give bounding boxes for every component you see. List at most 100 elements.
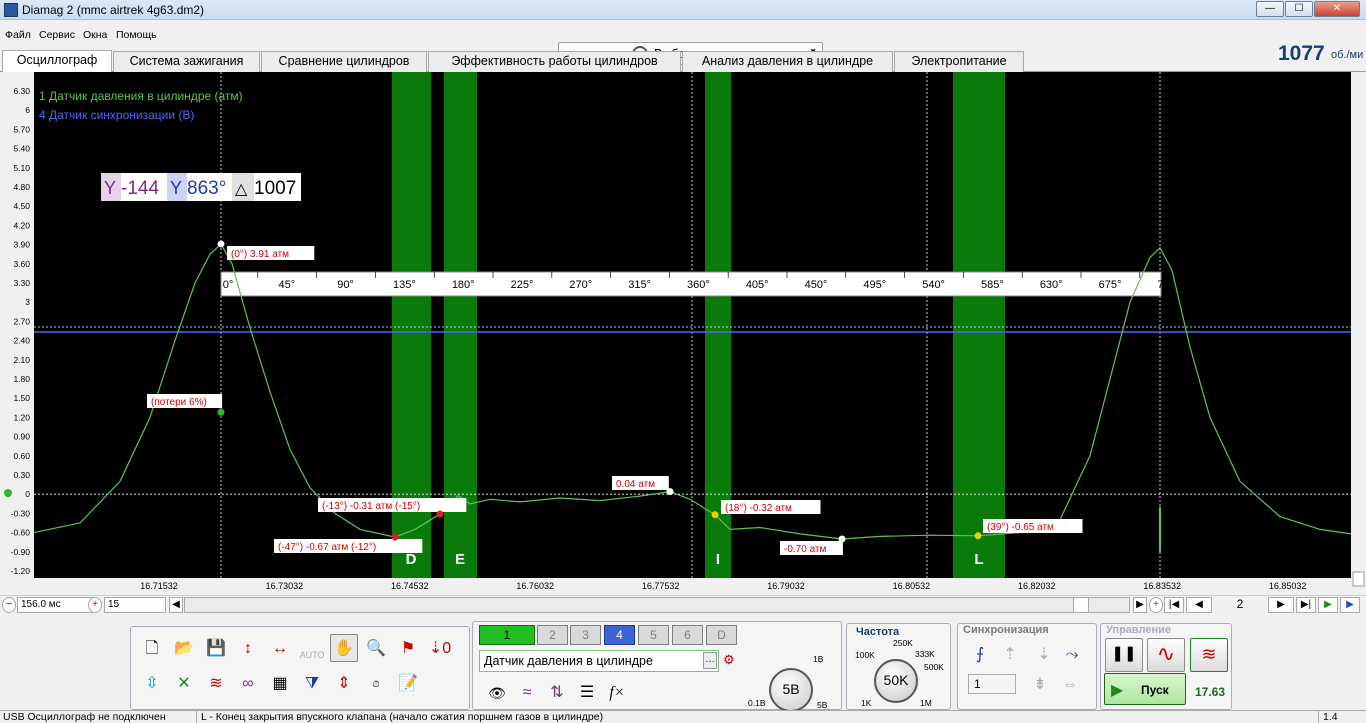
auto-timer-icon[interactable]: ⏱ bbox=[362, 669, 390, 697]
marker-delta-value: 1007 bbox=[254, 178, 296, 199]
formula-icon[interactable]: f× bbox=[603, 678, 631, 706]
sensor-more-button[interactable]: … bbox=[703, 652, 717, 669]
hand-tool-icon[interactable]: ✋ bbox=[330, 634, 358, 662]
scroll-track[interactable] bbox=[184, 597, 1130, 613]
scroll-right-arrow[interactable]: ▶ bbox=[1133, 597, 1147, 613]
tab-cylinder-efficiency[interactable]: Эффективность работы цилиндров bbox=[428, 51, 681, 72]
channel-4-button[interactable]: 4 bbox=[604, 625, 635, 645]
channel-3-button[interactable]: 3 bbox=[570, 625, 601, 645]
cycle-wave-icon[interactable]: ∞ bbox=[234, 669, 262, 697]
annotation-point[interactable] bbox=[666, 488, 674, 496]
annotation-point[interactable] bbox=[974, 532, 982, 540]
table-icon[interactable]: ▦ bbox=[266, 669, 294, 697]
fps-value: 17.63 bbox=[1195, 685, 1226, 699]
squeeze-icon[interactable]: ⇕ bbox=[330, 669, 358, 697]
noise-filter-icon[interactable]: ≈ bbox=[513, 678, 541, 706]
play-icon: ▶ bbox=[1111, 682, 1124, 699]
line-style-icon[interactable]: ☰ bbox=[573, 678, 601, 706]
filter-markers-icon[interactable]: ⧩ bbox=[298, 669, 326, 697]
minimize-button[interactable]: — bbox=[1256, 1, 1284, 17]
close-button[interactable]: ✕ bbox=[1314, 1, 1360, 17]
first-page-icon[interactable]: |◀ bbox=[1164, 597, 1184, 613]
status-description: L - Конец закрытия впускного клапана (на… bbox=[196, 711, 603, 723]
sync-channel-select[interactable]: 1 bbox=[968, 674, 1016, 694]
multi-mode-button[interactable]: ≋ bbox=[1190, 638, 1228, 672]
play-fast-icon[interactable]: ▶ bbox=[1340, 597, 1360, 613]
channel-2-button[interactable]: 2 bbox=[537, 625, 568, 645]
prev-page-icon[interactable]: ◀ bbox=[1186, 597, 1212, 613]
sync-compress-icon[interactable]: ⇟ bbox=[1026, 670, 1054, 698]
vertical-scrollbar[interactable] bbox=[1351, 72, 1366, 578]
open-folder-icon[interactable]: 📂 bbox=[170, 634, 198, 662]
menu-file[interactable]: Файл bbox=[5, 29, 31, 41]
last-page-icon[interactable]: ▶| bbox=[1296, 597, 1316, 613]
sine-mode-button[interactable]: ∿ bbox=[1147, 638, 1185, 672]
menu-windows[interactable]: Окна bbox=[83, 29, 107, 41]
zero-marker-left[interactable] bbox=[4, 489, 12, 497]
y-tick-label: -0.30 bbox=[11, 508, 31, 518]
cross-traces-icon[interactable]: ✕ bbox=[170, 669, 198, 697]
invert-icon[interactable]: ⇅ bbox=[543, 678, 571, 706]
menu-service[interactable]: Сервис bbox=[39, 29, 75, 41]
annotation-point[interactable] bbox=[391, 533, 399, 541]
sync-up-icon[interactable]: ⇡ bbox=[996, 640, 1024, 668]
menu-help[interactable]: Помощь bbox=[116, 29, 157, 41]
new-file-icon[interactable]: 🗋 bbox=[138, 634, 166, 662]
tab-oscilloscope[interactable]: Осциллограф bbox=[2, 50, 112, 72]
annotation-point[interactable] bbox=[217, 408, 225, 416]
add-flag-icon[interactable]: ⚑ bbox=[394, 634, 422, 662]
tab-pressure-analysis[interactable]: Анализ давления в цилиндре bbox=[682, 51, 893, 72]
x-tick-label: 16.74532 bbox=[391, 581, 429, 591]
tab-ignition[interactable]: Система зажигания bbox=[113, 51, 260, 72]
sync-rising-icon[interactable]: ⨍ bbox=[966, 640, 994, 668]
zoom-icon[interactable]: 🔍 bbox=[362, 634, 390, 662]
scroll-left-arrow[interactable]: ◀ bbox=[169, 597, 183, 613]
scroll-thumb[interactable] bbox=[1073, 597, 1089, 613]
zoom-out-icon[interactable]: − bbox=[2, 597, 16, 613]
annotation-point[interactable] bbox=[436, 510, 444, 518]
zoom-in-icon[interactable]: + bbox=[88, 597, 102, 613]
sync-expand-icon[interactable]: ⇔ bbox=[1056, 670, 1084, 698]
channel-5-button[interactable]: 5 bbox=[638, 625, 669, 645]
count-field[interactable]: 15 bbox=[104, 597, 166, 613]
add-marker-icon[interactable]: + bbox=[1149, 597, 1163, 613]
y-tick-label: 5.40 bbox=[13, 144, 30, 154]
tab-power-supply[interactable]: Электропитание bbox=[894, 51, 1024, 72]
channel-6-button[interactable]: 6 bbox=[672, 625, 703, 645]
sensor-settings-icon[interactable]: ⚙ bbox=[723, 652, 741, 670]
auto-scale-icon[interactable]: AUTO bbox=[298, 634, 326, 662]
channel-d-button[interactable]: D bbox=[706, 625, 737, 645]
phase-label: E bbox=[455, 551, 465, 568]
annotation-label: (-13°) -0.31 атм (-15°) bbox=[322, 501, 420, 512]
scope-plot[interactable]: 6.30 6 5.70 5.40 5.10 4.80 4.50 4.20 3.90 3.60 3.3… bbox=[0, 72, 1366, 594]
annotation-point[interactable] bbox=[838, 535, 846, 543]
notes-icon[interactable]: 📝 bbox=[394, 669, 422, 697]
marker-b-value: 863° bbox=[187, 178, 226, 199]
save-icon[interactable]: 💾 bbox=[202, 634, 230, 662]
time-per-div[interactable]: 156.0 мс bbox=[17, 597, 93, 613]
vertical-scale-icon[interactable]: ↕ bbox=[234, 634, 262, 662]
sync-pointer-icon[interactable]: ⤳ bbox=[1058, 640, 1086, 668]
maximize-button[interactable]: ☐ bbox=[1285, 1, 1313, 17]
y-tick-label: 4.20 bbox=[13, 220, 30, 230]
tab-cylinder-compare[interactable]: Сравнение цилиндров bbox=[261, 51, 427, 72]
annotation-point[interactable] bbox=[711, 511, 719, 519]
channel-1-button[interactable]: 1 bbox=[479, 625, 535, 645]
pause-button[interactable]: ❚❚ bbox=[1105, 638, 1143, 672]
window-title: Diamag 2 (mmc airtrek 4g63.dm2) bbox=[22, 3, 205, 17]
degree-tick-label: 585° bbox=[981, 279, 1004, 291]
sensor-select[interactable]: Датчик давления в цилиндре bbox=[479, 650, 719, 672]
horizontal-scale-icon[interactable]: ↔ bbox=[266, 634, 294, 662]
oscilloscope-area[interactable]: 6.30 6 5.70 5.40 5.10 4.80 4.50 4.20 3.90 3.60 3.3… bbox=[0, 72, 1366, 594]
annotation-point[interactable] bbox=[217, 240, 225, 248]
next-page-icon[interactable]: ▶ bbox=[1268, 597, 1294, 613]
zero-offset-icon[interactable]: ⇣0 bbox=[426, 634, 454, 662]
start-button[interactable]: ▶ Пуск bbox=[1104, 673, 1186, 705]
play-icon[interactable]: ▶ bbox=[1318, 597, 1338, 613]
eye-icon[interactable]: 👁 bbox=[483, 678, 511, 706]
multi-wave-icon[interactable]: ≋ bbox=[202, 669, 230, 697]
sync-down-icon[interactable]: ⇣ bbox=[1030, 640, 1058, 668]
degree-tick-label: 180° bbox=[452, 279, 475, 291]
channel-overlay-icon[interactable]: ⇳ bbox=[138, 669, 166, 697]
annotation-label: -0.70 атм bbox=[784, 544, 826, 555]
